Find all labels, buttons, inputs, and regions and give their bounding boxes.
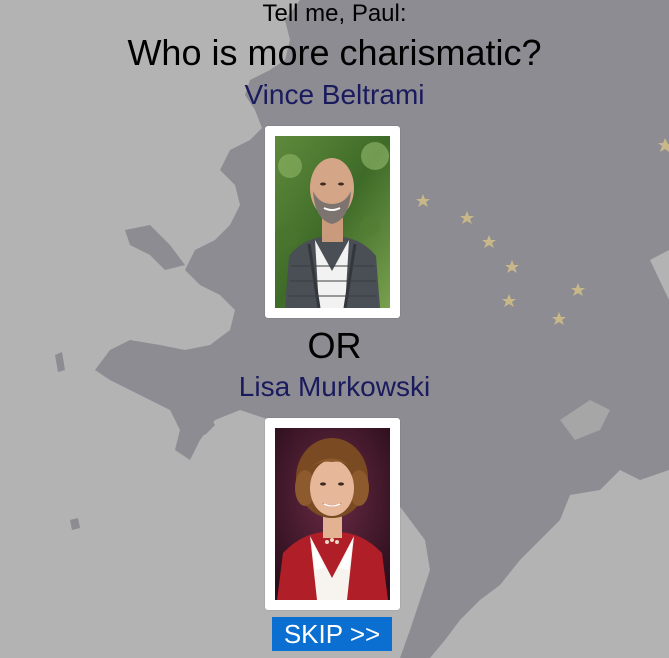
question-heading: Who is more charismatic?: [127, 32, 542, 73]
or-separator: OR: [307, 325, 362, 366]
candidate-photo-2[interactable]: [275, 428, 390, 600]
candidate-name-2: Lisa Murkowski: [238, 371, 431, 402]
candidate-photo-card-1[interactable]: [265, 126, 400, 318]
candidate-name-1: Vince Beltrami: [244, 79, 425, 110]
skip-button[interactable]: SKIP >>: [272, 617, 392, 651]
candidate-photo-1[interactable]: [275, 136, 390, 308]
candidate-photo-card-2[interactable]: [265, 418, 400, 610]
prompt-text: Tell me, Paul:: [262, 0, 407, 27]
comparison-panel: Tell me, Paul: Who is more charismatic? …: [0, 0, 669, 658]
